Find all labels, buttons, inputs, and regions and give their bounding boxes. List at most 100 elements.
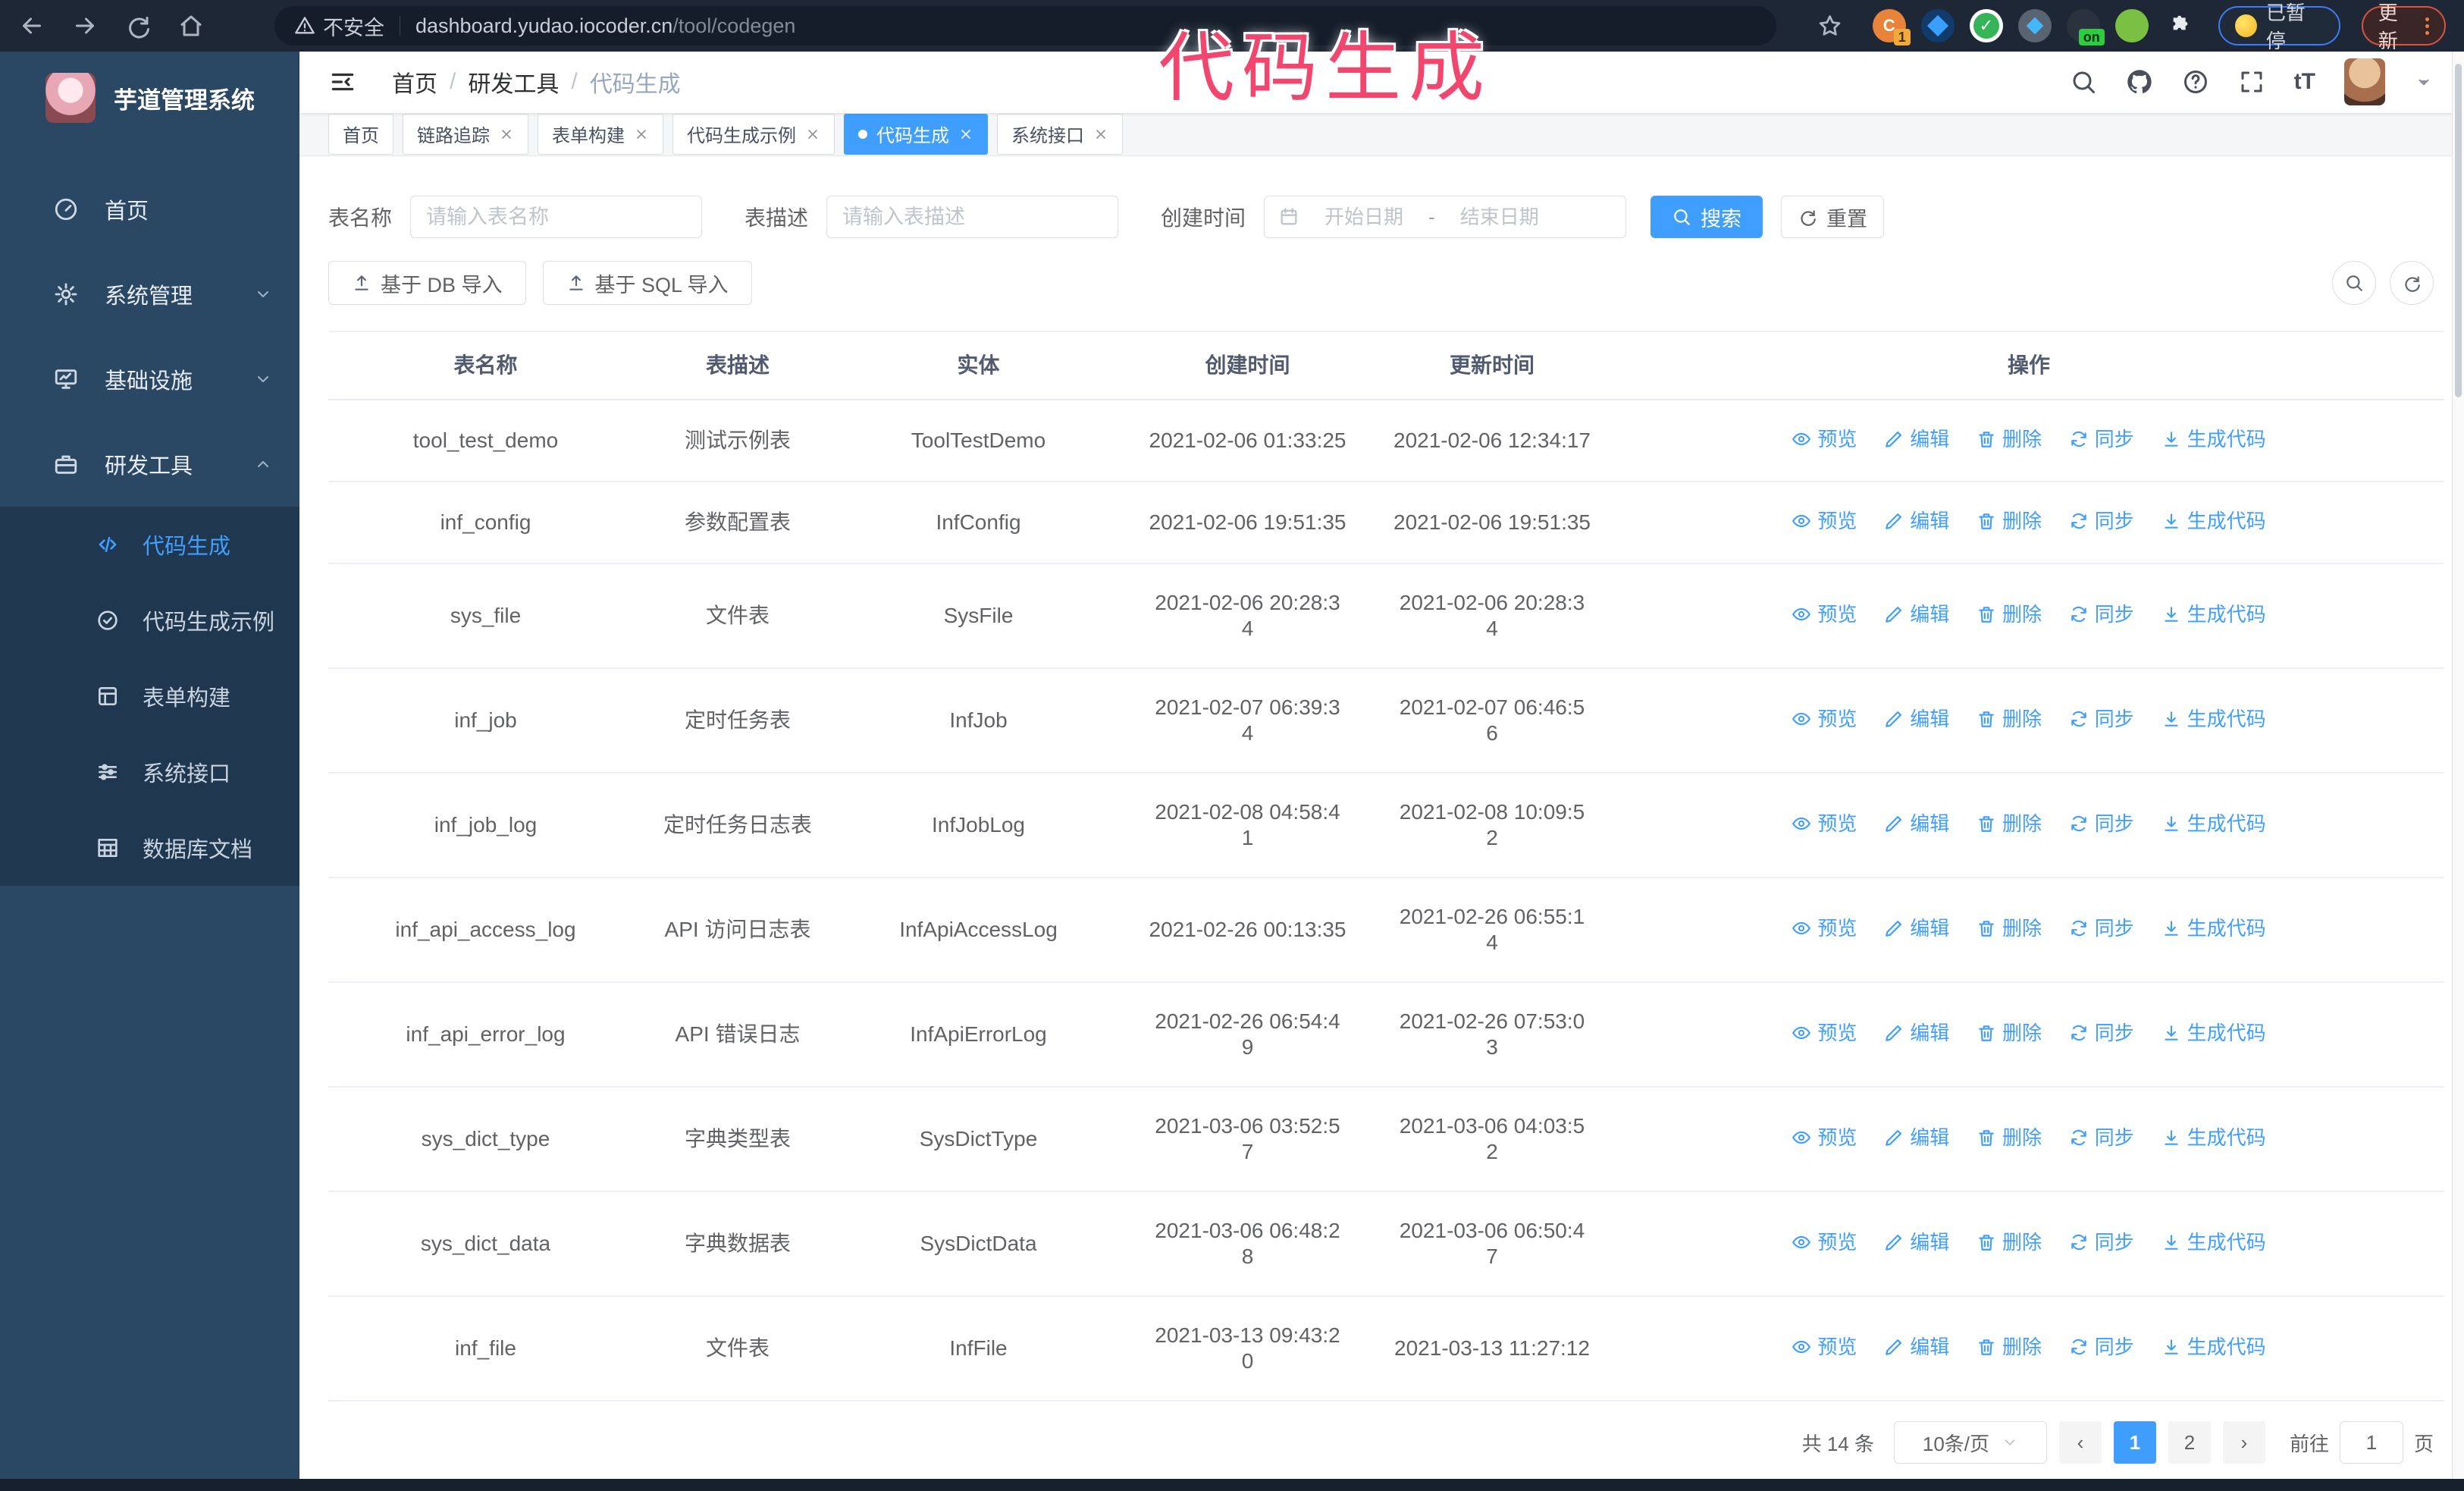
edit-link[interactable]: 编辑 [1884,426,1949,452]
extension-icon[interactable]: ✓ [1969,9,2003,42]
table-desc-input[interactable] [826,196,1119,238]
generate-code-link[interactable]: 生成代码 [2161,1020,2266,1046]
sidebar-item-home[interactable]: 首页 [0,167,299,252]
sync-link[interactable]: 同步 [2069,1334,2134,1360]
forward-icon[interactable] [71,12,99,39]
breadcrumb-home[interactable]: 首页 [392,65,437,99]
preview-link[interactable]: 预览 [1792,601,1857,627]
page-button-1[interactable]: 1 [2113,1421,2156,1464]
browser-menu-dots-icon[interactable] [2425,17,2430,35]
search-button[interactable]: 搜索 [1651,196,1763,238]
generate-code-link[interactable]: 生成代码 [2161,508,2266,534]
close-icon[interactable] [1093,127,1108,142]
edit-link[interactable]: 编辑 [1884,1334,1949,1360]
generate-code-link[interactable]: 生成代码 [2161,915,2266,941]
profile-paused-badge[interactable]: 已暂停 [2218,2,2340,52]
avatar[interactable] [2344,58,2385,106]
extension-icon[interactable] [1920,9,1955,42]
end-date-input[interactable] [1440,204,1558,230]
generate-code-link[interactable]: 生成代码 [2161,706,2266,732]
tab-form-builder[interactable]: 表单构建 [538,113,663,155]
date-range-picker[interactable]: - [1264,196,1627,238]
reset-button[interactable]: 重置 [1781,196,1885,238]
sidebar-item-system-management[interactable]: 系统管理 [0,252,299,337]
preview-link[interactable]: 预览 [1792,426,1857,452]
edit-link[interactable]: 编辑 [1884,601,1949,627]
browser-update-button[interactable]: 更新 [2361,2,2447,52]
sync-link[interactable]: 同步 [2069,706,2134,732]
close-icon[interactable] [805,127,820,142]
delete-link[interactable]: 删除 [1977,426,2042,452]
sync-link[interactable]: 同步 [2069,1020,2134,1046]
back-icon[interactable] [18,12,45,39]
sidebar-item-dev-tools[interactable]: 研发工具 [0,422,299,507]
edit-link[interactable]: 编辑 [1884,915,1949,941]
edit-link[interactable]: 编辑 [1884,1125,1949,1150]
sidebar-item-code-generation[interactable]: 代码生成 [0,507,299,582]
delete-link[interactable]: 删除 [1977,811,2042,837]
tab-home[interactable]: 首页 [328,113,393,155]
sync-link[interactable]: 同步 [2069,1125,2134,1150]
toggle-search-button[interactable] [2332,261,2376,305]
edit-link[interactable]: 编辑 [1884,1020,1949,1046]
sidebar-item-form-builder[interactable]: 表单构建 [0,658,299,734]
sync-link[interactable]: 同步 [2069,1229,2134,1255]
delete-link[interactable]: 删除 [1977,601,2042,627]
edit-link[interactable]: 编辑 [1884,1229,1949,1255]
app-logo-row[interactable]: 芋道管理系统 [0,52,299,144]
close-icon[interactable] [634,127,649,142]
close-icon[interactable] [499,127,514,142]
generate-code-link[interactable]: 生成代码 [2161,426,2266,452]
sidebar-item-infrastructure[interactable]: 基础设施 [0,337,299,422]
security-warning[interactable]: 不安全 [294,11,384,41]
delete-link[interactable]: 删除 [1977,706,2042,732]
extension-icon[interactable]: on [2066,9,2105,46]
edit-link[interactable]: 编辑 [1884,811,1949,837]
sidebar-item-database-doc[interactable]: 数据库文档 [0,810,299,886]
preview-link[interactable]: 预览 [1792,811,1857,837]
sync-link[interactable]: 同步 [2069,508,2134,534]
delete-link[interactable]: 删除 [1977,1020,2042,1046]
preview-link[interactable]: 预览 [1792,1125,1857,1150]
preview-link[interactable]: 预览 [1792,706,1857,732]
preview-link[interactable]: 预览 [1792,1020,1857,1046]
edit-link[interactable]: 编辑 [1884,706,1949,732]
generate-code-link[interactable]: 生成代码 [2161,601,2266,627]
extension-icon[interactable] [2017,9,2052,42]
delete-link[interactable]: 删除 [1977,1229,2042,1255]
window-scrollbar[interactable] [2452,52,2464,1479]
import-sql-button[interactable]: 基于 SQL 导入 [542,261,752,305]
bookmark-star-icon[interactable] [1817,13,1842,39]
search-icon[interactable] [2070,68,2097,96]
home-icon[interactable] [177,12,205,39]
generate-code-link[interactable]: 生成代码 [2161,811,2266,837]
import-db-button[interactable]: 基于 DB 导入 [328,261,526,305]
preview-link[interactable]: 预览 [1792,1229,1857,1255]
delete-link[interactable]: 删除 [1977,915,2042,941]
start-date-input[interactable] [1306,204,1423,230]
preview-link[interactable]: 预览 [1792,915,1857,941]
table-name-input[interactable] [410,196,703,238]
close-icon[interactable] [958,127,973,142]
tab-codegen-example[interactable]: 代码生成示例 [672,113,835,155]
sync-link[interactable]: 同步 [2069,601,2134,627]
extension-icon[interactable] [2114,9,2149,42]
sidebar-item-code-generation-example[interactable]: 代码生成示例 [0,582,299,658]
delete-link[interactable]: 删除 [1977,1125,2042,1150]
goto-page-input[interactable] [2339,1421,2403,1464]
sidebar-item-system-api[interactable]: 系统接口 [0,734,299,810]
reload-icon[interactable] [124,12,152,39]
font-size-icon[interactable]: tT [2294,69,2315,95]
github-icon[interactable] [2126,68,2153,96]
breadcrumb-dev-tools[interactable]: 研发工具 [468,65,559,99]
refresh-table-button[interactable] [2390,261,2434,305]
edit-link[interactable]: 编辑 [1884,508,1949,534]
sync-link[interactable]: 同步 [2069,811,2134,837]
extensions-puzzle-icon[interactable] [2164,9,2197,42]
tab-trace[interactable]: 链路追踪 [403,113,528,155]
delete-link[interactable]: 删除 [1977,1334,2042,1360]
prev-page-button[interactable]: ‹ [2058,1421,2102,1464]
address-bar[interactable]: 不安全 dashboard.yudao.iocoder.cn/tool/code… [274,6,1776,46]
generate-code-link[interactable]: 生成代码 [2161,1334,2266,1360]
generate-code-link[interactable]: 生成代码 [2161,1229,2266,1255]
